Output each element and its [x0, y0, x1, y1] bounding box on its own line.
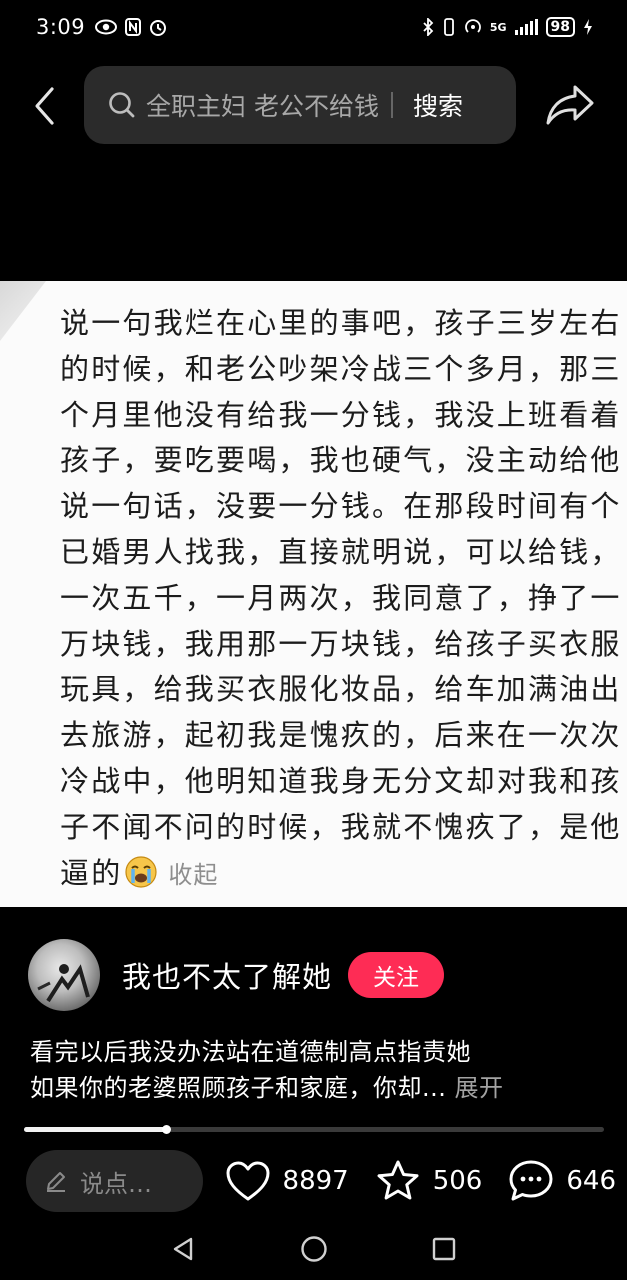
search-divider [390, 92, 393, 118]
author-row: 我也不太了解她 关注 [28, 938, 608, 1012]
caption-line-2-text: 如果你的老婆照顾孩子和家庭，你却... [30, 1074, 447, 1102]
charging-icon [584, 19, 592, 35]
nav-home-button[interactable] [297, 1232, 331, 1266]
progress-fill [24, 1127, 166, 1132]
alarm-icon [150, 20, 167, 36]
network-type: 5G [489, 20, 507, 34]
nfc-icon [125, 18, 142, 36]
post-image[interactable]: 说一句我烂在心里的事吧，孩子三岁左右的时候，和老公吵架冷战三个多月，那三个月里他… [0, 281, 627, 907]
post-text: 说一句我烂在心里的事吧，孩子三岁左右的时候，和老公吵架冷战三个多月，那三个月里他… [60, 301, 627, 898]
share-icon [546, 85, 594, 125]
expand-link[interactable]: 展开 [455, 1074, 504, 1102]
favorite-count: 506 [432, 1166, 483, 1196]
back-button[interactable] [26, 84, 62, 128]
comments-button[interactable]: 646 [508, 1159, 616, 1203]
hotspot-icon [465, 19, 481, 33]
pencil-icon [47, 1172, 65, 1192]
comment-bubble-icon [509, 1160, 553, 1201]
author-name[interactable]: 我也不太了解她 [122, 954, 332, 996]
nav-recents-button[interactable] [427, 1232, 461, 1266]
battery-level: 98 [545, 17, 575, 37]
top-bar: 全职主妇 老公不给钱 搜索 [0, 66, 627, 146]
signal-icon [514, 19, 538, 35]
triangle-back-icon [173, 1237, 193, 1261]
eye-icon [95, 19, 118, 35]
bluetooth-icon [423, 18, 434, 36]
search-bar[interactable]: 全职主妇 老公不给钱 搜索 [84, 66, 516, 144]
square-recents-icon [432, 1237, 456, 1261]
status-bar: 3:09 5G 98 [0, 0, 627, 54]
chevron-left-icon [35, 87, 54, 125]
comment-count: 646 [566, 1166, 616, 1196]
vibrate-icon [443, 18, 454, 36]
status-left: 3:09 [36, 15, 167, 39]
progress-bar[interactable] [24, 1125, 604, 1134]
avatar-image [37, 964, 90, 1003]
share-button[interactable] [544, 82, 596, 128]
comment-input[interactable]: 说点… [26, 1150, 203, 1212]
progress-knob[interactable] [162, 1125, 171, 1134]
crying-emoji-icon [125, 855, 158, 888]
avatar[interactable] [28, 939, 100, 1011]
search-input[interactable]: 全职主妇 老公不给钱 [146, 87, 379, 123]
star-icon [377, 1160, 419, 1200]
comment-placeholder: 说点… [80, 1169, 152, 1198]
caption-line-1: 看完以后我没办法站在道德制高点指责她 [30, 1038, 471, 1066]
favorite-button[interactable]: 506 [375, 1159, 483, 1203]
post-body: 说一句我烂在心里的事吧，孩子三岁左右的时候，和老公吵架冷战三个多月，那三个月里他… [60, 306, 622, 890]
status-notification-icons [95, 18, 167, 36]
system-nav-bar [0, 1218, 627, 1280]
like-count: 8897 [282, 1166, 349, 1196]
search-icon [108, 90, 138, 120]
nav-back-button[interactable] [166, 1232, 200, 1266]
heart-icon [226, 1161, 270, 1201]
status-time: 3:09 [36, 15, 86, 39]
follow-button[interactable]: 关注 [348, 952, 445, 998]
circle-home-icon [301, 1236, 327, 1262]
like-button[interactable]: 8897 [225, 1160, 349, 1202]
search-button[interactable]: 搜索 [413, 87, 463, 123]
action-bar: 说点… 8897 506 646 [26, 1150, 616, 1212]
image-corner-shade [0, 281, 46, 341]
collapse-link[interactable]: 收起 [168, 861, 218, 889]
caption: 看完以后我没办法站在道德制高点指责她 如果你的老婆照顾孩子和家庭，你却... 展… [30, 1034, 610, 1106]
caption-line-2: 如果你的老婆照顾孩子和家庭，你却... 展开 [30, 1070, 610, 1106]
status-right: 5G 98 [422, 17, 593, 37]
